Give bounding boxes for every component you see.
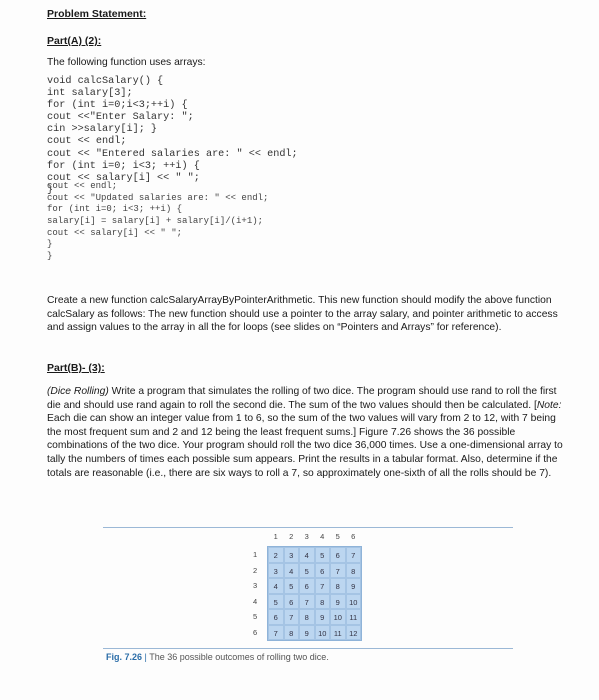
outcome-cell: 5: [314, 547, 330, 563]
caption-separator: |: [144, 652, 147, 662]
code-line: cout << salary[i] << " ";: [47, 227, 183, 238]
part-a-intro: The following function uses arrays:: [47, 57, 206, 68]
outcome-cell: 5: [283, 578, 299, 594]
figure-dice-outcomes: 2 3 4 5 6 7 3 4 5 6 7 8 4 5 6 7 8 9 5 6 7 8 9 10 6 7 8 9 10 11 7 8 9 10 11…: [103, 527, 513, 649]
outcome-cell: 9: [330, 593, 346, 609]
outcome-cell: 8: [283, 624, 299, 640]
outcome-cell: 10: [330, 609, 346, 625]
row-header: 3: [253, 581, 258, 590]
outcome-cell: 7: [330, 562, 346, 578]
code-line: cout << endl;: [47, 136, 127, 148]
outcome-cell: 7: [314, 578, 330, 594]
column-header: 3: [304, 532, 309, 541]
outcome-cell: 6: [268, 609, 284, 625]
document-page: Problem Statement: Part(A) (2): The foll…: [0, 0, 599, 700]
outcomes-grid: 2 3 4 5 6 7 3 4 5 6 7 8 4 5 6 7 8 9 5 6 7 8 9 10 6 7 8 9 10 11 7 8 9 10 11…: [267, 546, 362, 641]
outcome-cell: 8: [314, 593, 330, 609]
code-line: cout << endl;: [47, 181, 118, 191]
outcome-cell: 9: [345, 578, 361, 594]
outcome-cell: 6: [314, 562, 330, 578]
column-header: 4: [320, 532, 325, 541]
caption-text: The 36 possible outcomes of rolling two …: [149, 652, 329, 662]
code-block-continued: cout << endl; cout << "Updated salaries a…: [47, 181, 268, 263]
outcome-cell: 8: [299, 609, 315, 625]
outcome-cell: 4: [299, 547, 315, 563]
column-header: 6: [351, 532, 356, 541]
code-line: }: [47, 251, 53, 262]
outcome-cell: 11: [330, 624, 346, 640]
outcome-cell: 4: [268, 578, 284, 594]
outcome-cell: 6: [299, 578, 315, 594]
outcome-cell: 8: [345, 562, 361, 578]
code-line: salary[i] = salary[i] + salary[i]/(i+1);: [47, 216, 264, 227]
outcome-cell: 8: [330, 578, 346, 594]
part-b-text: (Dice Rolling) Write a program that simu…: [47, 385, 572, 480]
outcome-cell: 5: [299, 562, 315, 578]
outcome-cell: 5: [268, 593, 284, 609]
outcome-cell: 2: [268, 547, 284, 563]
code-line: cout << "Entered salaries are: " << endl…: [47, 148, 298, 160]
code-line: for (int i=0; i<3; ++i) {: [47, 160, 200, 172]
outcome-cell: 11: [345, 609, 361, 625]
code-block: void calcSalary() {int salary[3]; for (in…: [47, 76, 298, 197]
row-header: 4: [253, 596, 258, 606]
outcome-cell: 7: [299, 593, 315, 609]
caption-label: Fig. 7.26: [106, 652, 143, 662]
outcome-cell: 9: [314, 609, 330, 625]
text-2: Each die can show an integer value from …: [47, 413, 563, 479]
part-a-task: Create a new function calcSalaryArrayByP…: [47, 295, 558, 334]
column-header: 5: [335, 532, 340, 541]
column-header: 2: [289, 532, 294, 541]
code-line: for (int i=0; i<3; ++i) {: [47, 204, 183, 215]
outcome-cell: 7: [345, 547, 361, 563]
outcome-cell: 9: [299, 624, 315, 640]
outcome-cell: 12: [345, 624, 361, 640]
outcome-cell: 4: [283, 562, 299, 578]
outcome-cell: 6: [283, 593, 299, 609]
column-header: 1: [273, 532, 278, 541]
part-a-title: Part(A) (2):: [47, 35, 102, 47]
outcome-cell: 6: [330, 547, 346, 563]
note-label: Note:: [536, 399, 562, 411]
part-b-title: Part(B)- (3):: [47, 362, 105, 374]
outcome-cell: 7: [283, 609, 299, 625]
outcome-cell: 10: [345, 593, 361, 609]
lead: (Dice Rolling): [47, 386, 109, 397]
code-line: }: [47, 239, 53, 250]
outcome-cell: 3: [283, 547, 299, 563]
code-line: for (int i=0;i<3;++i) {: [47, 100, 188, 112]
text-1: Write a program that simulates the rolli…: [47, 386, 557, 411]
outcome-cell: 10: [314, 624, 330, 640]
row-header: 2: [253, 565, 258, 575]
figure-caption: Fig. 7.26 | The 36 possible outcomes of …: [106, 652, 329, 662]
code-line: cin >>salary[i]; }: [47, 124, 158, 136]
row-header: 6: [253, 627, 258, 637]
outcome-cell: 7: [268, 624, 284, 640]
code-line: void calcSalary() {: [47, 76, 164, 87]
code-line: int salary[3];: [47, 88, 133, 100]
outcome-cell: 3: [268, 562, 284, 578]
row-header: 1: [253, 550, 258, 559]
code-line: cout << "Updated salaries are: " << endl…: [47, 192, 269, 203]
heading: Problem Statement:: [47, 8, 147, 20]
row-header: 5: [253, 612, 258, 621]
code-line: cout <<"Enter Salary: ";: [47, 112, 194, 124]
